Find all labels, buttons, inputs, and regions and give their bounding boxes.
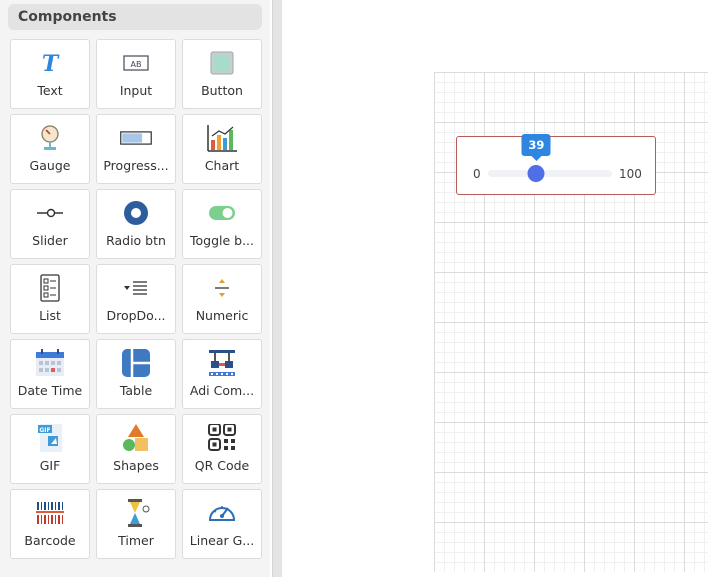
text-icon: T [34, 49, 66, 77]
component-shapes-label: Shapes [113, 458, 159, 473]
component-gif[interactable]: GIF GIF [10, 414, 90, 484]
component-barcode[interactable]: Barcode [10, 489, 90, 559]
slider-thumb[interactable] [527, 165, 545, 182]
panel-splitter[interactable] [272, 0, 282, 577]
component-shapes[interactable]: Shapes [96, 414, 176, 484]
component-button-label: Button [201, 83, 243, 98]
component-dropdown-label: DropDo... [106, 308, 166, 323]
input-icon: AB [120, 49, 152, 77]
gif-icon: GIF [34, 424, 66, 452]
shapes-icon [120, 424, 152, 452]
component-list-label: List [39, 308, 61, 323]
svg-text:T: T [42, 51, 60, 77]
numeric-icon [206, 274, 238, 302]
component-date-time[interactable]: Date Time [10, 339, 90, 409]
component-adi[interactable]: Adi Com... [182, 339, 262, 409]
component-slider[interactable]: Slider [10, 189, 90, 259]
dropdown-icon [120, 274, 152, 302]
component-radio-button[interactable]: Radio btn [96, 189, 176, 259]
component-gif-label: GIF [39, 458, 61, 473]
component-qr-code-label: QR Code [194, 458, 250, 473]
component-numeric-label: Numeric [195, 308, 249, 323]
slider-max-label: 100 [619, 167, 642, 181]
component-slider-label: Slider [32, 233, 68, 248]
component-linear-gauge[interactable]: Linear G... [182, 489, 262, 559]
svg-text:GIF: GIF [39, 427, 50, 434]
timer-icon [120, 499, 152, 527]
table-icon [120, 349, 152, 377]
chart-icon [206, 124, 238, 152]
component-qr-code[interactable]: QR Code [182, 414, 262, 484]
component-date-time-label: Date Time [17, 383, 83, 398]
components-sidebar: Components T Text AB Input Button Gauge … [0, 0, 270, 577]
component-numeric[interactable]: Numeric [182, 264, 262, 334]
qr-code-icon [206, 424, 238, 452]
component-input-label: Input [119, 83, 153, 98]
component-timer-label: Timer [118, 533, 154, 548]
component-chart-label: Chart [204, 158, 240, 173]
svg-text:AB: AB [131, 60, 142, 69]
component-chart[interactable]: Chart [182, 114, 262, 184]
list-icon [34, 274, 66, 302]
component-barcode-label: Barcode [24, 533, 76, 548]
components-header: Components [8, 4, 262, 30]
button-icon [206, 49, 238, 77]
component-dropdown[interactable]: DropDo... [96, 264, 176, 334]
component-table[interactable]: Table [96, 339, 176, 409]
component-radio-button-label: Radio btn [106, 233, 166, 248]
component-toggle-label: Toggle b... [189, 233, 255, 248]
component-toggle[interactable]: Toggle b... [182, 189, 262, 259]
slider-icon [34, 199, 66, 227]
slider-value-tooltip: 39 [521, 134, 551, 156]
slider-widget[interactable]: 0 39 100 [456, 134, 656, 195]
components-title: Components [18, 9, 117, 25]
slider-track[interactable]: 39 [488, 134, 612, 182]
component-progress-label: Progress... [103, 158, 169, 173]
component-gauge[interactable]: Gauge [10, 114, 90, 184]
barcode-icon [34, 499, 66, 527]
component-table-label: Table [119, 383, 153, 398]
component-gauge-label: Gauge [29, 158, 71, 173]
calendar-icon [34, 349, 66, 377]
adi-component-icon [206, 349, 238, 377]
slider-min-label: 0 [473, 167, 481, 181]
linear-gauge-icon [206, 499, 238, 527]
component-adi-label: Adi Com... [189, 383, 255, 398]
progress-bar-icon [120, 124, 152, 152]
component-list[interactable]: List [10, 264, 90, 334]
component-text-label: Text [37, 83, 63, 98]
component-palette: T Text AB Input Button Gauge Progress...… [10, 39, 262, 559]
component-text[interactable]: T Text [10, 39, 90, 109]
gauge-icon [34, 124, 66, 152]
radio-button-icon [120, 199, 152, 227]
component-progress[interactable]: Progress... [96, 114, 176, 184]
component-linear-gauge-label: Linear G... [189, 533, 255, 548]
component-button[interactable]: Button [182, 39, 262, 109]
toggle-icon [206, 199, 238, 227]
component-input[interactable]: AB Input [96, 39, 176, 109]
component-timer[interactable]: Timer [96, 489, 176, 559]
